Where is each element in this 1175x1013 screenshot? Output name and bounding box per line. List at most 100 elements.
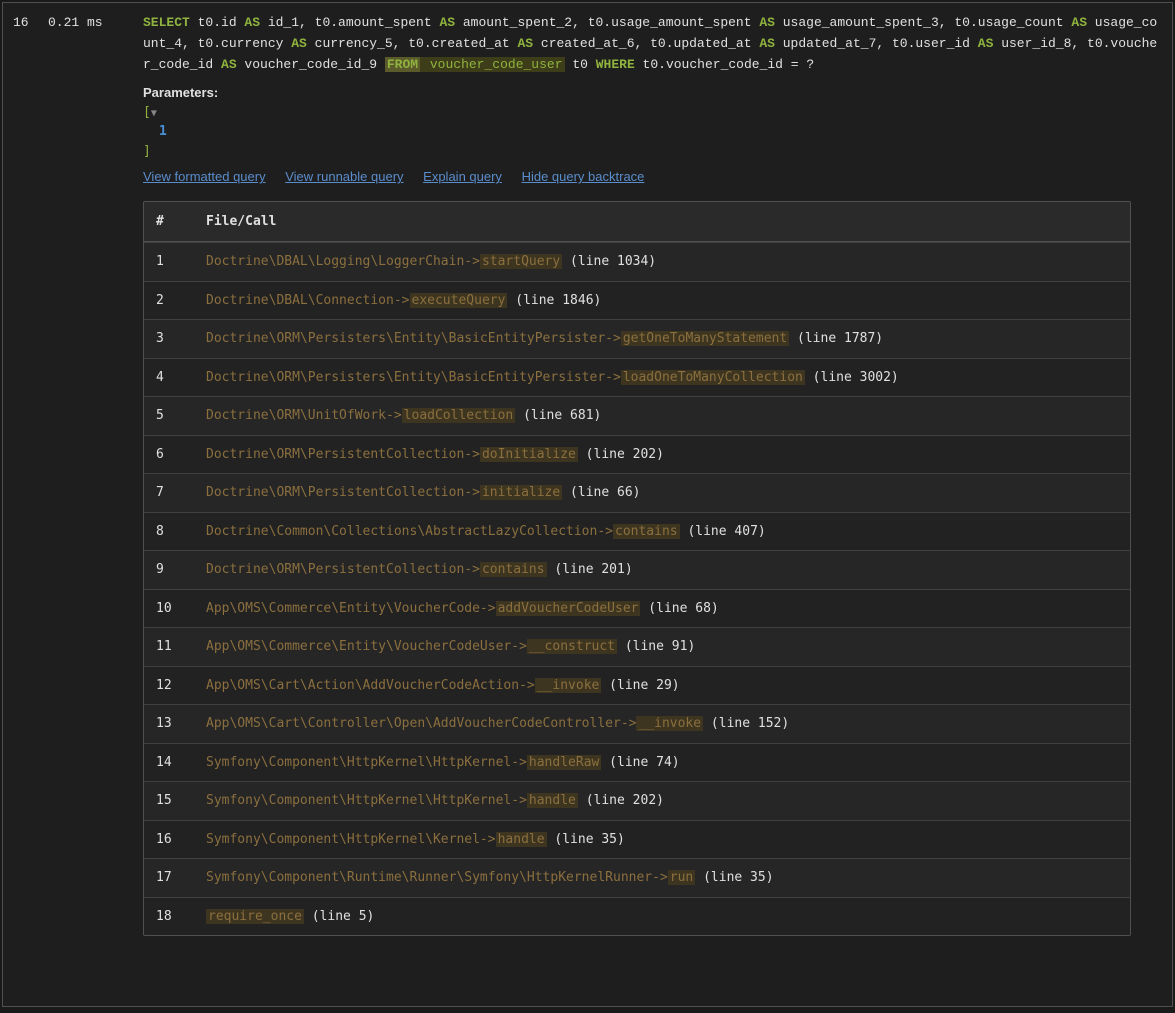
sql-text: voucher_code_id_9 (237, 57, 385, 72)
array-close-bracket: ] (143, 142, 1164, 162)
parameter-value: 1 (143, 122, 1164, 142)
backtrace-row[interactable]: 3 Doctrine\ORM\Persisters\Entity\BasicEnt… (144, 319, 1130, 358)
view-runnable-query-link[interactable]: View runnable query (285, 169, 403, 184)
trace-class: Doctrine\ORM\PersistentCollection-> (206, 485, 480, 500)
trace-line: (line 74) (601, 755, 679, 770)
backtrace-row-number: 6 (144, 435, 194, 474)
array-toggle-icon[interactable]: ▼ (151, 108, 157, 119)
trace-class: App\OMS\Commerce\Entity\VoucherCode-> (206, 601, 496, 616)
backtrace-row-number: 15 (144, 781, 194, 820)
backtrace-row[interactable]: 14Symfony\Component\HttpKernel\HttpKerne… (144, 743, 1130, 782)
sql-keyword: AS (517, 36, 533, 51)
backtrace-table: # File/Call 1Doctrine\DBAL\Logging\Logge… (143, 201, 1131, 937)
trace-line: (line 201) (547, 562, 633, 577)
sql-keyword: FROM (385, 57, 420, 72)
sql-text: t0.id (190, 15, 245, 30)
trace-method: contains (480, 562, 547, 577)
sql-text: amount_spent_2, t0.usage_amount_spent (455, 15, 759, 30)
trace-method: addVoucherCodeUser (496, 601, 641, 616)
trace-line: (line 68) (640, 601, 718, 616)
trace-method: startQuery (480, 254, 562, 269)
backtrace-row[interactable]: 15 Symfony\Component\HttpKernel\HttpKerne… (144, 781, 1130, 820)
explain-query-link[interactable]: Explain query (423, 169, 502, 184)
array-open-bracket: [ (143, 105, 151, 120)
backtrace-row-number: 7 (144, 473, 194, 512)
backtrace-row-file: App\OMS\Commerce\Entity\VoucherCode->add… (194, 589, 1130, 628)
trace-line: (line 35) (547, 832, 625, 847)
parameters-label: Parameters: (143, 83, 1164, 103)
backtrace-row[interactable]: 11App\OMS\Commerce\Entity\VoucherCodeUse… (144, 627, 1130, 666)
backtrace-row-file: Symfony\Component\HttpKernel\HttpKernel-… (194, 781, 1130, 820)
trace-method: executeQuery (410, 293, 508, 308)
backtrace-row[interactable]: 4Doctrine\ORM\Persisters\Entity\BasicEnt… (144, 358, 1130, 397)
query-index: 16 (13, 13, 48, 33)
trace-method: require_once (206, 909, 304, 924)
backtrace-row-number: 11 (144, 627, 194, 666)
backtrace-row[interactable]: 16Symfony\Component\HttpKernel\Kernel->h… (144, 820, 1130, 859)
backtrace-row[interactable]: 10App\OMS\Commerce\Entity\VoucherCode->a… (144, 589, 1130, 628)
backtrace-row[interactable]: 8Doctrine\Common\Collections\AbstractLaz… (144, 512, 1130, 551)
backtrace-row-file: Doctrine\ORM\UnitOfWork->loadCollection … (194, 396, 1130, 435)
trace-method: getOneToManyStatement (621, 331, 789, 346)
trace-class: Symfony\Component\HttpKernel\HttpKernel-… (206, 755, 527, 770)
backtrace-row[interactable]: 5Doctrine\ORM\UnitOfWork->loadCollection… (144, 396, 1130, 435)
backtrace-row[interactable]: 7Doctrine\ORM\PersistentCollection->init… (144, 473, 1130, 512)
trace-class: App\OMS\Cart\Action\AddVoucherCodeAction… (206, 678, 535, 693)
backtrace-row[interactable]: 13App\OMS\Cart\Controller\Open\AddVouche… (144, 704, 1130, 743)
backtrace-row-file: Doctrine\ORM\PersistentCollection->initi… (194, 473, 1130, 512)
profiler-panel: 16 0.21 ms SELECT t0.id AS id_1, t0.amou… (2, 2, 1173, 1007)
backtrace-row-number: 17 (144, 858, 194, 897)
trace-class: Symfony\Component\HttpKernel\Kernel-> (206, 832, 496, 847)
backtrace-row-number: 16 (144, 820, 194, 859)
sql-keyword: AS (439, 15, 455, 30)
trace-line: (line 1846) (507, 293, 601, 308)
hide-backtrace-link[interactable]: Hide query backtrace (522, 169, 645, 184)
trace-method: handle (527, 793, 578, 808)
backtrace-row-number: 8 (144, 512, 194, 551)
trace-line: (line 29) (601, 678, 679, 693)
trace-class: Doctrine\ORM\UnitOfWork-> (206, 408, 402, 423)
backtrace-row-file: Doctrine\DBAL\Logging\LoggerChain->start… (194, 242, 1130, 281)
trace-class: Doctrine\ORM\Persisters\Entity\BasicEnti… (206, 331, 621, 346)
backtrace-row-file: App\OMS\Cart\Controller\Open\AddVoucherC… (194, 704, 1130, 743)
trace-class: Doctrine\DBAL\Connection-> (206, 293, 410, 308)
trace-method: run (668, 870, 695, 885)
sql-keyword: AS (244, 15, 260, 30)
trace-line: (line 3002) (805, 370, 899, 385)
trace-class: Doctrine\ORM\Persisters\Entity\BasicEnti… (206, 370, 621, 385)
trace-method: __construct (527, 639, 617, 654)
sql-text: t0.voucher_code_id = ? (635, 57, 814, 72)
sql-keyword: AS (978, 36, 994, 51)
trace-line: (line 5) (304, 909, 374, 924)
backtrace-row[interactable]: 1Doctrine\DBAL\Logging\LoggerChain->star… (144, 242, 1130, 281)
parameters-block: [▼ 1 ] (143, 103, 1164, 162)
backtrace-row-number: 12 (144, 666, 194, 705)
backtrace-row-file: Doctrine\ORM\Persisters\Entity\BasicEnti… (194, 319, 1130, 358)
backtrace-row[interactable]: 12 App\OMS\Cart\Action\AddVoucherCodeActi… (144, 666, 1130, 705)
view-formatted-query-link[interactable]: View formatted query (143, 169, 266, 184)
backtrace-row-number: 10 (144, 589, 194, 628)
backtrace-row[interactable]: 6Doctrine\ORM\PersistentCollection->doIn… (144, 435, 1130, 474)
trace-class: Symfony\Component\HttpKernel\HttpKernel-… (206, 793, 527, 808)
backtrace-row[interactable]: 2Doctrine\DBAL\Connection->executeQuery … (144, 281, 1130, 320)
backtrace-row[interactable]: 9Doctrine\ORM\PersistentCollection->cont… (144, 550, 1130, 589)
trace-method: loadCollection (402, 408, 516, 423)
sql-text: id_1, t0.amount_spent (260, 15, 439, 30)
backtrace-row-file: Doctrine\ORM\Persisters\Entity\BasicEnti… (194, 358, 1130, 397)
sql-keyword: WHERE (596, 57, 635, 72)
backtrace-row-number: 3 (144, 319, 194, 358)
backtrace-row[interactable]: 18 require_once (line 5) (144, 897, 1130, 936)
sql-keyword: AS (759, 15, 775, 30)
backtrace-row-number: 9 (144, 550, 194, 589)
trace-method: loadOneToManyCollection (621, 370, 805, 385)
backtrace-row[interactable]: 17Symfony\Component\Runtime\Runner\Symfo… (144, 858, 1130, 897)
backtrace-row-number: 2 (144, 281, 194, 320)
trace-class: App\OMS\Cart\Controller\Open\AddVoucherC… (206, 716, 636, 731)
trace-class: Doctrine\DBAL\Logging\LoggerChain-> (206, 254, 480, 269)
trace-method: __invoke (636, 716, 703, 731)
sql-keyword: AS (1071, 15, 1087, 30)
sql-keyword: AS (221, 57, 237, 72)
trace-method: handleRaw (527, 755, 601, 770)
backtrace-row-file: Doctrine\Common\Collections\AbstractLazy… (194, 512, 1130, 551)
backtrace-row-number: 18 (144, 897, 194, 936)
